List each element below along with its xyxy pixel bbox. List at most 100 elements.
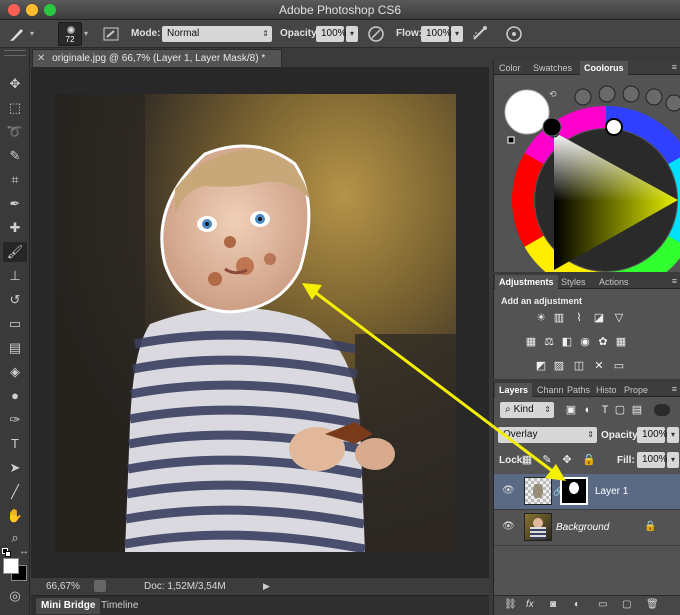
default-colors-icon[interactable]	[2, 548, 12, 558]
tab-properties[interactable]: Prope	[620, 383, 652, 397]
visibility-eye-icon[interactable]: 👁	[502, 521, 515, 533]
brightness-contrast-icon[interactable]: ☀	[534, 312, 548, 325]
color-balance-icon[interactable]: ⚖	[542, 336, 556, 349]
opacity-dropdown-button[interactable]: ▾	[346, 26, 358, 42]
layer-opacity-input[interactable]: 100%	[637, 427, 668, 443]
layer-thumbnail[interactable]	[524, 477, 552, 505]
fill-input[interactable]: 100%	[637, 452, 668, 468]
gradient-map-icon[interactable]: ✕	[592, 360, 606, 373]
tab-swatches[interactable]: Swatches	[529, 61, 576, 75]
lock-all-icon[interactable]: 🔒	[582, 454, 596, 467]
add-mask-icon[interactable]: ◙	[550, 599, 556, 610]
new-adjustment-icon[interactable]: ◐	[574, 599, 580, 610]
swap-colors-icon[interactable]: ↔	[19, 546, 29, 557]
flow-dropdown-button[interactable]: ▾	[451, 26, 463, 42]
blur-tool-icon[interactable]: ◈	[3, 362, 27, 382]
crop-tool-icon[interactable]: ⌗	[3, 170, 27, 190]
photo-filter-icon[interactable]: ◉	[578, 336, 592, 349]
tab-actions[interactable]: Actions	[595, 275, 633, 289]
flow-input[interactable]: 100%	[421, 26, 452, 42]
tab-mini-bridge[interactable]: Mini Bridge	[36, 598, 101, 614]
foreground-color-swatch[interactable]	[3, 558, 19, 574]
tab-timeline[interactable]: Timeline	[96, 598, 143, 614]
panel-menu-icon[interactable]: ≡	[672, 384, 677, 394]
layer-name[interactable]: Layer 1	[595, 486, 628, 497]
layer-name[interactable]: Background	[556, 522, 609, 533]
filter-adjustment-icon[interactable]: ◐	[581, 404, 595, 417]
line-tool-icon[interactable]: ╱	[3, 482, 27, 502]
type-tool-icon[interactable]: T	[3, 434, 27, 454]
brush-tool-preset-icon[interactable]	[6, 23, 28, 45]
brush-tool-icon[interactable]: 🖌	[3, 242, 27, 262]
clone-stamp-tool-icon[interactable]: ⊥	[3, 266, 27, 286]
curves-icon[interactable]: ⌇	[572, 312, 586, 325]
panel-menu-icon[interactable]: ≡	[672, 276, 677, 286]
hand-tool-icon[interactable]: ✋	[3, 506, 27, 526]
threshold-icon[interactable]: ◫	[572, 360, 586, 373]
lasso-tool-icon[interactable]: ➰	[3, 122, 27, 142]
close-window-button[interactable]	[8, 4, 20, 16]
layer-style-icon[interactable]: fx	[526, 599, 534, 610]
document-tab[interactable]: ✕ originale.jpg @ 66,7% (Layer 1, Layer …	[32, 49, 282, 67]
filter-smart-object-icon[interactable]: ▤	[630, 404, 644, 417]
eyedropper-tool-icon[interactable]: ✒	[3, 194, 27, 214]
marquee-tool-icon[interactable]: ⬚	[3, 98, 27, 118]
toolbar-grip[interactable]	[4, 50, 26, 56]
photo-canvas[interactable]	[55, 94, 456, 552]
black-white-icon[interactable]: ◧	[560, 336, 574, 349]
brush-size-preview[interactable]: 72	[58, 22, 82, 46]
zoom-level[interactable]: 66,67%	[46, 578, 80, 595]
fill-dropdown[interactable]: ▾	[667, 452, 679, 468]
blend-mode-select[interactable]: Overlay ⇕	[498, 427, 597, 443]
tab-paths[interactable]: Paths	[563, 383, 594, 397]
brush-panel-toggle-icon[interactable]	[100, 23, 122, 45]
quick-mask-icon[interactable]: ◎	[3, 586, 27, 606]
layer-opacity-dropdown[interactable]: ▾	[667, 427, 679, 443]
opacity-input[interactable]: 100%	[316, 26, 347, 42]
tab-adjustments[interactable]: Adjustments	[495, 275, 558, 289]
posterize-icon[interactable]: ▨	[552, 360, 566, 373]
color-lookup-icon[interactable]: ▦	[614, 336, 628, 349]
layer-filter-select[interactable]: ⌕ Kind ⇕	[500, 402, 554, 418]
gradient-tool-icon[interactable]: ▤	[3, 338, 27, 358]
history-brush-tool-icon[interactable]: ↺	[3, 290, 27, 310]
coolorus-wheel[interactable]: ⟲	[494, 75, 680, 272]
tab-coolorus[interactable]: Coolorus	[580, 61, 628, 75]
tab-styles[interactable]: Styles	[557, 275, 590, 289]
zoom-window-button[interactable]	[44, 4, 56, 16]
lock-transparent-icon[interactable]: ▦	[520, 454, 534, 467]
layer-row-background[interactable]: 👁 Background 🔒	[494, 510, 680, 546]
move-tool-icon[interactable]: ✥	[3, 74, 27, 94]
visibility-eye-icon[interactable]: 👁	[502, 485, 515, 497]
airbrush-icon[interactable]	[469, 23, 491, 45]
filter-toggle-switch[interactable]	[654, 404, 670, 416]
pressure-opacity-icon[interactable]	[365, 23, 387, 45]
hue-saturation-icon[interactable]: ▦	[524, 336, 538, 349]
filter-pixel-icon[interactable]: ▣	[564, 404, 578, 417]
spot-healing-tool-icon[interactable]: ✚	[3, 218, 27, 238]
pen-tool-icon[interactable]: ✑	[3, 410, 27, 430]
new-layer-icon[interactable]: ▢	[622, 599, 631, 610]
panel-menu-icon[interactable]: ≡	[672, 62, 677, 72]
zoom-tool-icon[interactable]: ⌕	[3, 528, 27, 548]
minimize-window-button[interactable]	[26, 4, 38, 16]
dodge-tool-icon[interactable]: ●	[3, 386, 27, 406]
tab-color[interactable]: Color	[495, 61, 525, 75]
delete-layer-icon[interactable]: 🗑	[646, 599, 659, 610]
levels-icon[interactable]: ▥	[552, 312, 566, 325]
chevron-down-icon[interactable]: ▾	[30, 29, 34, 38]
quick-selection-tool-icon[interactable]: ✎	[3, 146, 27, 166]
channel-mixer-icon[interactable]: ✿	[596, 336, 610, 349]
link-layers-icon[interactable]: ⛓	[504, 599, 517, 610]
lock-image-icon[interactable]: ✎	[540, 454, 554, 467]
pressure-size-icon[interactable]	[503, 23, 525, 45]
lock-position-icon[interactable]: ✥	[560, 454, 574, 467]
filter-shape-icon[interactable]: ▢	[613, 404, 627, 417]
new-group-icon[interactable]: ▭	[598, 599, 607, 610]
layer-row-layer-1[interactable]: 👁 🔗 Layer 1	[494, 474, 680, 510]
layer-thumbnail[interactable]	[524, 513, 552, 541]
invert-icon[interactable]: ◩	[534, 360, 548, 373]
vibrance-icon[interactable]: ▽	[612, 312, 626, 325]
path-selection-tool-icon[interactable]: ➤	[3, 458, 27, 478]
mode-select[interactable]: Normal ⇕	[162, 26, 272, 42]
